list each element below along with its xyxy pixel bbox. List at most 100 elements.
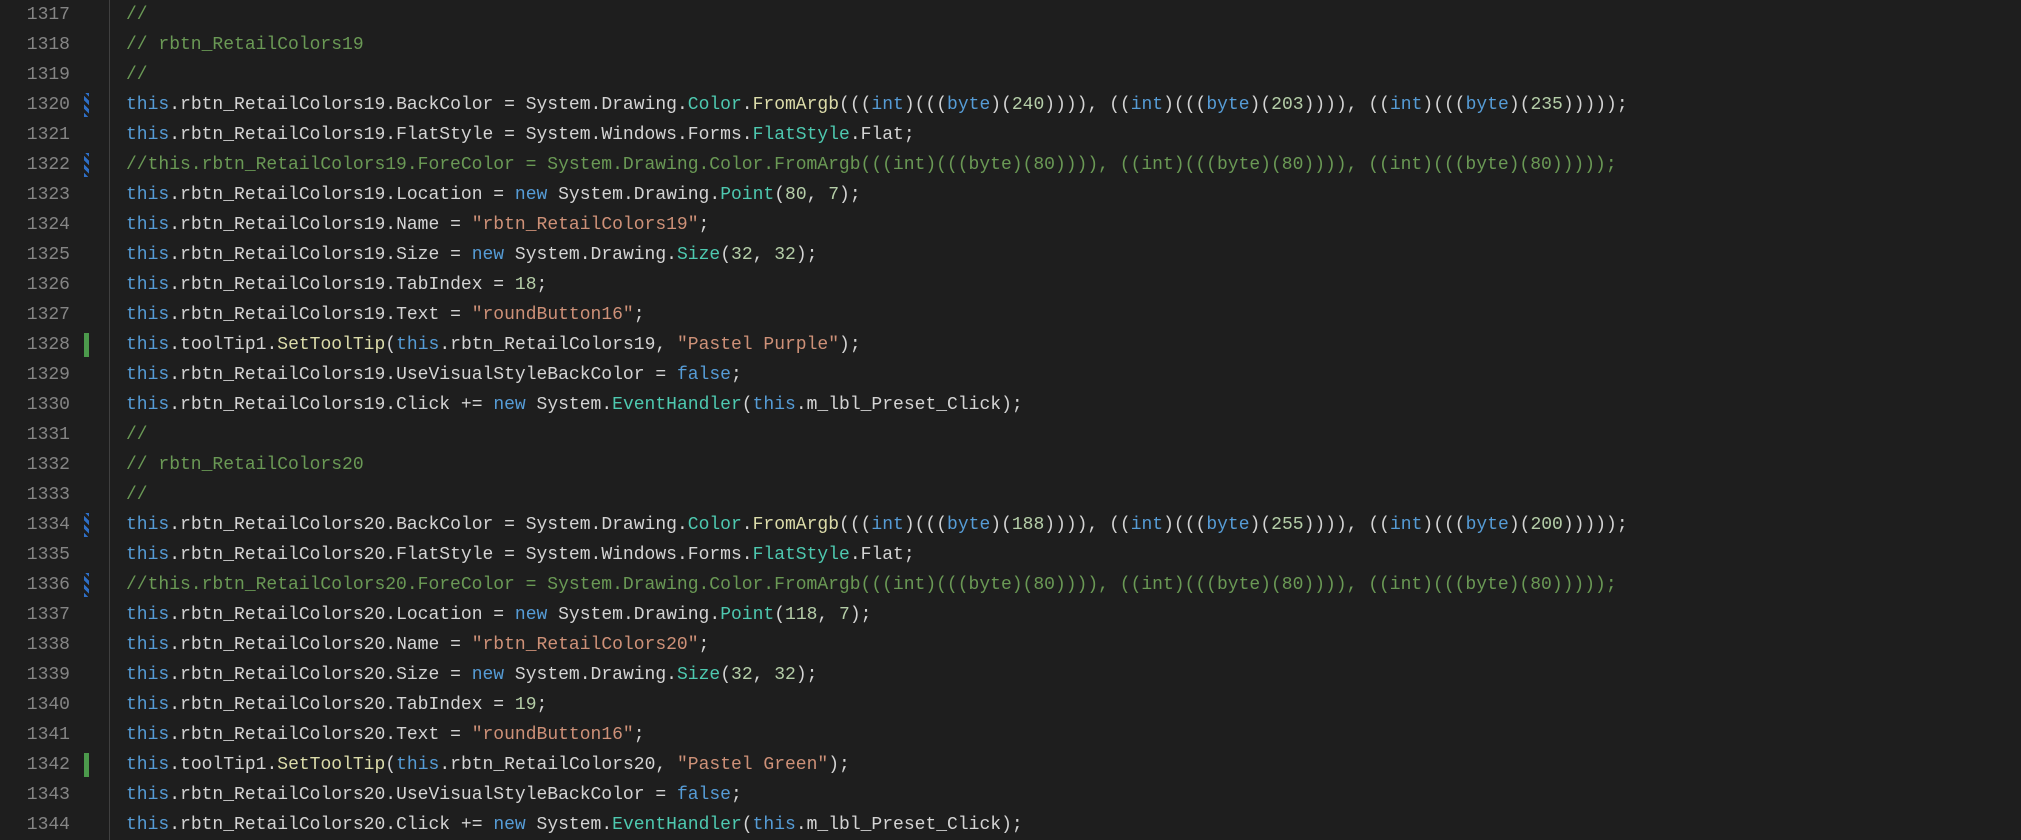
token-keyword: this bbox=[126, 725, 169, 745]
code-line[interactable]: //this.rbtn_RetailColors19.ForeColor = S… bbox=[126, 150, 2021, 180]
token-field: Windows bbox=[601, 125, 677, 145]
code-line[interactable]: this.rbtn_RetailColors19.Text = "roundBu… bbox=[126, 300, 2021, 330]
code-editor[interactable]: 1317131813191320132113221323132413251326… bbox=[0, 0, 2021, 840]
token-punct: )((( bbox=[1163, 515, 1206, 535]
token-class: FlatStyle bbox=[753, 125, 850, 145]
token-keyword: this bbox=[126, 605, 169, 625]
token-string: "roundButton16" bbox=[472, 725, 634, 745]
token-field: UseVisualStyleBackColor bbox=[396, 785, 644, 805]
token-number: 240 bbox=[1012, 95, 1044, 115]
code-line[interactable]: this.toolTip1.SetToolTip(this.rbtn_Retai… bbox=[126, 750, 2021, 780]
code-line[interactable]: // rbtn_RetailColors20 bbox=[126, 450, 2021, 480]
token-punct: ; bbox=[634, 725, 645, 745]
code-line[interactable]: //this.rbtn_RetailColors20.ForeColor = S… bbox=[126, 570, 2021, 600]
line-number: 1327 bbox=[0, 300, 70, 330]
code-line[interactable]: // rbtn_RetailColors19 bbox=[126, 30, 2021, 60]
token-punct: . bbox=[169, 335, 180, 355]
token-keyword: int bbox=[871, 95, 903, 115]
token-field: TabIndex bbox=[396, 275, 482, 295]
change-markers-gutter bbox=[82, 0, 96, 840]
line-number: 1343 bbox=[0, 780, 70, 810]
token-punct: . bbox=[385, 215, 396, 235]
token-field: Drawing bbox=[601, 95, 677, 115]
code-line[interactable]: // bbox=[126, 0, 2021, 30]
token-punct: . bbox=[742, 95, 753, 115]
token-number: 18 bbox=[515, 275, 537, 295]
token-punct: = bbox=[439, 305, 471, 325]
token-field: rbtn_RetailColors19 bbox=[180, 245, 385, 265]
code-line[interactable]: this.rbtn_RetailColors19.Name = "rbtn_Re… bbox=[126, 210, 2021, 240]
token-punct: )((( bbox=[904, 95, 947, 115]
change-marker-blue bbox=[82, 150, 96, 180]
token-comment: // bbox=[126, 65, 158, 85]
token-field: System bbox=[526, 95, 591, 115]
token-field: m_lbl_Preset_Click bbox=[807, 395, 1001, 415]
code-line[interactable]: this.rbtn_RetailColors19.Location = new … bbox=[126, 180, 2021, 210]
token-number: 7 bbox=[828, 185, 839, 205]
line-number: 1334 bbox=[0, 510, 70, 540]
token-comment: // bbox=[126, 485, 158, 505]
code-line[interactable]: this.rbtn_RetailColors19.FlatStyle = Sys… bbox=[126, 120, 2021, 150]
change-marker-blue bbox=[82, 570, 96, 600]
token-punct: . bbox=[385, 695, 396, 715]
token-class: Color bbox=[688, 95, 742, 115]
token-punct: . bbox=[169, 365, 180, 385]
token-number: 118 bbox=[785, 605, 817, 625]
code-line[interactable]: this.toolTip1.SetToolTip(this.rbtn_Retai… bbox=[126, 330, 2021, 360]
token-punct: ); bbox=[850, 605, 872, 625]
code-line[interactable]: // bbox=[126, 480, 2021, 510]
change-marker-none bbox=[82, 390, 96, 420]
token-keyword: this bbox=[126, 125, 169, 145]
token-field: Name bbox=[396, 215, 439, 235]
token-punct: . bbox=[677, 125, 688, 145]
line-number: 1339 bbox=[0, 660, 70, 690]
token-keyword: new bbox=[472, 245, 504, 265]
token-field: Drawing bbox=[634, 185, 710, 205]
code-line[interactable]: this.rbtn_RetailColors20.Location = new … bbox=[126, 600, 2021, 630]
code-line[interactable]: this.rbtn_RetailColors20.Click += new Sy… bbox=[126, 810, 2021, 840]
token-punct: . bbox=[169, 725, 180, 745]
code-line[interactable]: this.rbtn_RetailColors19.Size = new Syst… bbox=[126, 240, 2021, 270]
code-line[interactable]: // bbox=[126, 420, 2021, 450]
token-field: Click bbox=[396, 395, 450, 415]
token-keyword: this bbox=[126, 785, 169, 805]
token-number: 7 bbox=[839, 605, 850, 625]
token-keyword: this bbox=[396, 335, 439, 355]
code-line[interactable]: this.rbtn_RetailColors20.Size = new Syst… bbox=[126, 660, 2021, 690]
token-punct: . bbox=[709, 185, 720, 205]
code-line[interactable]: this.rbtn_RetailColors20.Text = "roundBu… bbox=[126, 720, 2021, 750]
token-keyword: false bbox=[677, 365, 731, 385]
code-line[interactable]: this.rbtn_RetailColors20.Name = "rbtn_Re… bbox=[126, 630, 2021, 660]
code-line[interactable]: this.rbtn_RetailColors19.UseVisualStyleB… bbox=[126, 360, 2021, 390]
token-punct: = bbox=[493, 95, 525, 115]
token-punct: )))), (( bbox=[1044, 95, 1130, 115]
line-number: 1337 bbox=[0, 600, 70, 630]
token-punct: = bbox=[439, 215, 471, 235]
code-line[interactable]: this.rbtn_RetailColors19.BackColor = Sys… bbox=[126, 90, 2021, 120]
code-line[interactable]: this.rbtn_RetailColors19.Click += new Sy… bbox=[126, 390, 2021, 420]
code-line[interactable]: this.rbtn_RetailColors20.TabIndex = 19; bbox=[126, 690, 2021, 720]
code-line[interactable]: this.rbtn_RetailColors20.UseVisualStyleB… bbox=[126, 780, 2021, 810]
token-string: "roundButton16" bbox=[472, 305, 634, 325]
token-field: System bbox=[537, 815, 602, 835]
token-punct: ( bbox=[720, 665, 731, 685]
token-field: System bbox=[526, 545, 591, 565]
token-punct: , bbox=[753, 665, 775, 685]
token-punct: . bbox=[169, 695, 180, 715]
token-field: TabIndex bbox=[396, 695, 482, 715]
token-field: System bbox=[515, 245, 580, 265]
code-line[interactable]: this.rbtn_RetailColors20.FlatStyle = Sys… bbox=[126, 540, 2021, 570]
code-line[interactable]: // bbox=[126, 60, 2021, 90]
token-punct: . bbox=[385, 815, 396, 835]
code-content[interactable]: // // rbtn_RetailColors19// this.rbtn_Re… bbox=[110, 0, 2021, 840]
token-field: System bbox=[558, 605, 623, 625]
token-punct: . bbox=[169, 275, 180, 295]
code-line[interactable]: this.rbtn_RetailColors20.BackColor = Sys… bbox=[126, 510, 2021, 540]
change-marker-none bbox=[82, 690, 96, 720]
token-number: 32 bbox=[774, 665, 796, 685]
code-line[interactable]: this.rbtn_RetailColors19.TabIndex = 18; bbox=[126, 270, 2021, 300]
token-punct: . bbox=[580, 245, 591, 265]
token-punct: , bbox=[655, 755, 677, 775]
token-field: Text bbox=[396, 725, 439, 745]
token-field: rbtn_RetailColors19 bbox=[180, 365, 385, 385]
